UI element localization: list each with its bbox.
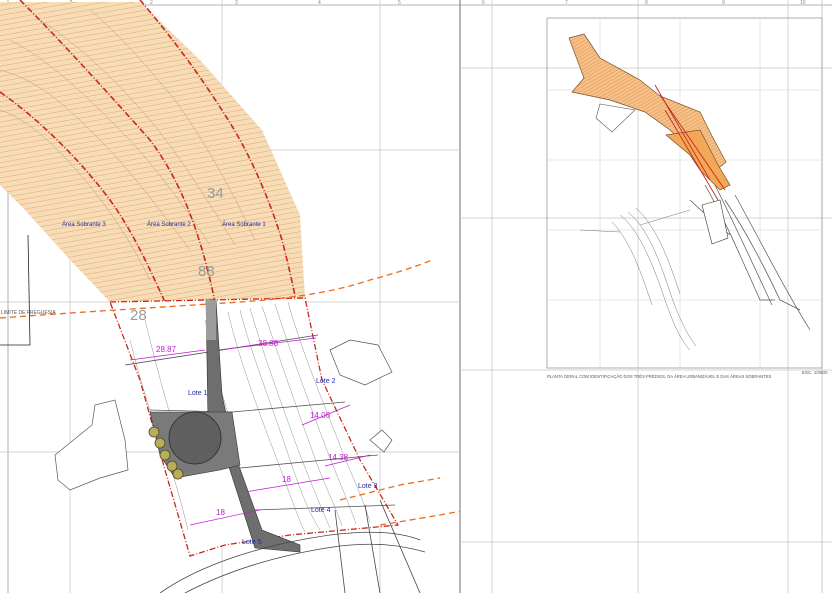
- grid-number: 5: [398, 0, 401, 6]
- grid-number: 3: [235, 0, 238, 6]
- dimension-label: 18: [282, 475, 291, 484]
- dimension-label: 14.06: [310, 411, 331, 420]
- lot-label-5: Lote 5: [242, 539, 262, 546]
- parcel-number-88: 88: [198, 263, 215, 280]
- grid-number: 8: [645, 0, 648, 6]
- inset-caption: PLANTA GERAL COM IDENTIFICAÇÃO DOS TRÊS …: [547, 374, 772, 379]
- grid-number: 2: [150, 0, 153, 6]
- site-plan-map: 1 2 3 4 5 6 7 8 9 10: [0, 0, 832, 593]
- boundary-label: LIMITE DE FREGUESIA: [1, 310, 56, 316]
- grid-number: 4: [318, 0, 321, 6]
- grid-number: 7: [565, 0, 568, 6]
- access-strip: [206, 300, 216, 340]
- inset-location-map: PLANTA GERAL COM IDENTIFICAÇÃO DOS TRÊS …: [546, 17, 828, 379]
- grid-number: 10: [800, 0, 806, 6]
- area-label-1: Área Sobrante 1: [222, 221, 266, 228]
- inset-neighbour-plot: [595, 103, 636, 133]
- lot-label-4: Lote 4: [311, 507, 331, 514]
- lot-label-2: Lote 2: [316, 378, 336, 385]
- area-label-2: Área Sobrante 2: [147, 221, 191, 228]
- lot-label-1: Lote 1: [188, 390, 208, 397]
- surplus-area-hatch: [0, 2, 305, 302]
- lot-label-3: Lote 3: [358, 483, 378, 490]
- grid-number: 9: [722, 0, 725, 6]
- turnaround-circle: [168, 411, 222, 465]
- dimension-label: 18: [216, 508, 225, 517]
- inset-cluster: [701, 199, 729, 245]
- left-linework: [0, 234, 31, 346]
- inset-scale: ESC. 1/2500: [802, 370, 828, 375]
- parcel-number-28: 28: [130, 307, 147, 324]
- dimension-label: 28.87: [156, 345, 177, 354]
- grid-number: 6: [482, 0, 485, 6]
- parcel-number-34: 34: [207, 185, 224, 202]
- area-label-3: Área Sobrante 3: [62, 221, 106, 228]
